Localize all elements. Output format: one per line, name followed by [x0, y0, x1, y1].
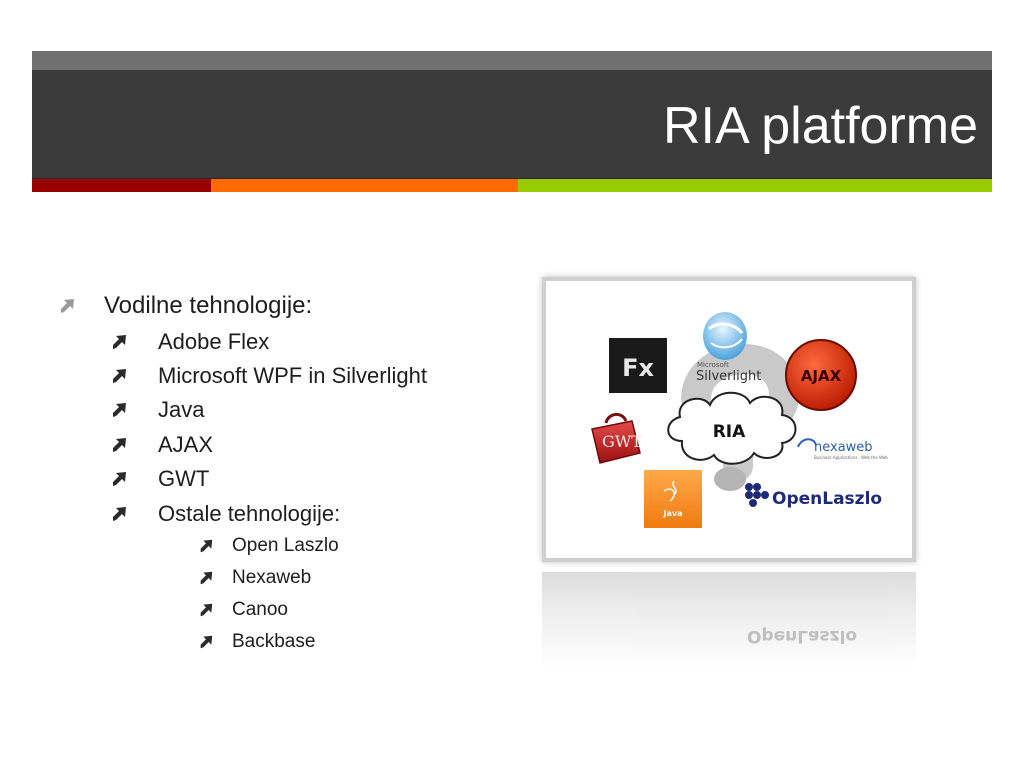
ria-logos-picture: RIA Fx Microsoft Silverlight AJAX GWT ne… [542, 277, 916, 562]
bullet-item: Microsoft WPF in Silverlight [110, 363, 427, 389]
slide: RIA platforme Vodilne tehnologije: Adobe… [0, 0, 1024, 768]
title-band-top [32, 51, 992, 70]
ajax-logo: AJAX [785, 339, 857, 411]
bullet-text: Java [158, 397, 205, 422]
arrow-icon [113, 507, 126, 521]
nexaweb-text: nexaweb [814, 440, 873, 455]
picture-reflection: OpenLaszlo [542, 572, 916, 668]
arrow-icon [113, 438, 126, 452]
bullet-item: Java [110, 397, 204, 423]
arrow-icon [200, 603, 213, 617]
gwt-logo: GWT [591, 413, 642, 464]
arrow-icon [113, 472, 126, 486]
silverlight-small-text: Microsoft [697, 361, 729, 369]
bullet-item: AJAX [110, 432, 213, 458]
accent-bar-green [518, 179, 992, 192]
arrow-icon [113, 403, 126, 417]
arrow-icon [113, 369, 126, 383]
silverlight-text: Silverlight [696, 369, 761, 384]
openlaszlo-text: OpenLaszlo [772, 489, 882, 509]
bullet-text: Open Laszlo [232, 535, 339, 556]
nexaweb-tagline: Business Applications · Web the Web [814, 455, 888, 460]
arrow-icon [200, 539, 213, 553]
title-band: RIA platforme [32, 70, 992, 178]
bullet-text: Adobe Flex [158, 329, 270, 354]
bullet-item: Ostale tehnologije: [110, 501, 340, 527]
bullet-text: Canoo [232, 599, 288, 620]
bullet-text: Ostale tehnologije: [158, 501, 341, 526]
bullet-item: GWT [110, 466, 209, 492]
bullet-text: Microsoft WPF in Silverlight [158, 363, 427, 388]
accent-bar-orange [211, 179, 518, 192]
bullet-text: Backbase [232, 631, 316, 652]
bullet-text: Vodilne tehnologije: [104, 292, 313, 319]
bullet-item: Open Laszlo [198, 535, 339, 557]
openlaszlo-logo: OpenLaszlo [745, 483, 882, 509]
accent-bar-red [32, 179, 211, 192]
ria-center-label: RIA [713, 422, 746, 442]
arrow-icon [200, 571, 213, 585]
bullet-item: Adobe Flex [110, 329, 269, 355]
bullet-item: Backbase [198, 631, 315, 653]
arrow-icon [200, 635, 213, 649]
gwt-logo-text: GWT [602, 432, 642, 451]
bullet-text: GWT [158, 466, 210, 491]
java-logo: Java [644, 470, 702, 528]
bullet-item: Canoo [198, 599, 288, 621]
arrow-icon [113, 335, 126, 349]
bullet-text: Nexaweb [232, 567, 312, 588]
java-logo-text: Java [663, 509, 683, 518]
ria-logos-illustration: RIA Fx Microsoft Silverlight AJAX GWT ne… [591, 312, 888, 528]
adobe-flex-logo: Fx [609, 338, 667, 393]
reflection-text: OpenLaszlo [747, 626, 858, 646]
arrow-icon [61, 299, 74, 313]
flex-logo-text: Fx [622, 354, 654, 382]
bullet-text: AJAX [158, 432, 214, 457]
bullet-item: Nexaweb [198, 567, 311, 589]
slide-title: RIA platforme [662, 97, 978, 155]
ajax-logo-text: AJAX [801, 367, 842, 385]
bullet-item: Vodilne tehnologije: [58, 292, 312, 320]
nexaweb-logo: nexaweb Business Applications · Web the … [797, 438, 888, 460]
